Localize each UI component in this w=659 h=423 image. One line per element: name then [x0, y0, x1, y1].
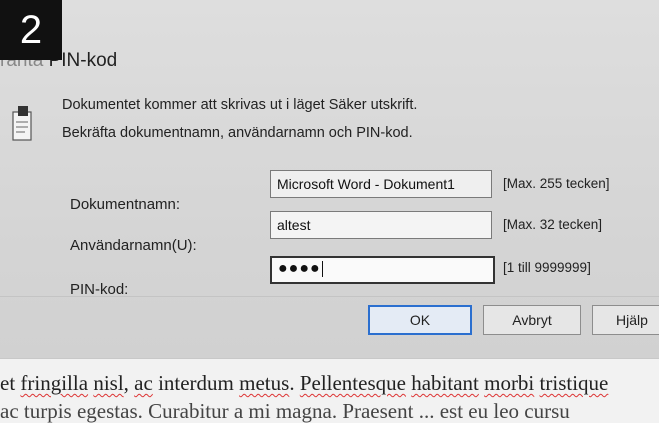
- pin-code-hint: [1 till 9999999]: [503, 260, 591, 275]
- pin-code-dialog: ränta PIN-kod Dokumentet kommer att skri…: [0, 0, 659, 375]
- doc-misspelled-word: tristique: [539, 371, 609, 395]
- doc-text: interdum: [152, 371, 240, 395]
- doc-text: .: [289, 371, 300, 395]
- dialog-message-line1: Dokumentet kommer att skrivas ut i läget…: [62, 97, 418, 113]
- document-name-input[interactable]: [270, 170, 492, 198]
- doc-misspelled-word: fringilla: [20, 371, 89, 395]
- document-text-line1: et fringilla nisl, ac interdum metus. Pe…: [0, 371, 608, 396]
- pin-code-masked-value: ●●●●: [278, 260, 321, 277]
- doc-misspelled-word: ac: [134, 371, 153, 395]
- word-document-background: et fringilla nisl, ac interdum metus. Pe…: [0, 358, 659, 423]
- photo-of-screen: 2 ränta PIN-kod Dokumentet kommer att sk…: [0, 0, 659, 423]
- dialog-message-line2: Bekräfta dokumentnamn, användarnamn och …: [62, 125, 413, 141]
- document-name-hint: [Max. 255 tecken]: [503, 176, 610, 191]
- doc-misspelled-word: morbi: [484, 371, 535, 395]
- printer-document-icon: [10, 104, 36, 144]
- user-name-input[interactable]: [270, 211, 492, 239]
- user-name-label: Användarnamn(U):: [70, 237, 197, 254]
- dialog-titlebar: ränta PIN-kod: [0, 38, 659, 82]
- doc-misspelled-word: habitant: [411, 371, 479, 395]
- user-name-hint: [Max. 32 tecken]: [503, 217, 603, 232]
- button-row-separator: [0, 296, 659, 297]
- doc-text: et: [0, 371, 21, 395]
- text-cursor: [321, 260, 323, 277]
- pin-code-input[interactable]: ●●●●: [270, 256, 495, 284]
- document-text-line2: ac turpis egestas. Curabitur a mi magna.…: [0, 399, 570, 423]
- document-name-label: Dokumentnamn:: [70, 196, 181, 213]
- step-number-badge: 2: [0, 0, 62, 60]
- cancel-button[interactable]: Avbryt: [483, 305, 581, 335]
- doc-misspelled-word: nisl: [93, 371, 124, 395]
- doc-text: ,: [123, 371, 135, 395]
- doc-misspelled-word: metus: [239, 371, 290, 395]
- help-button[interactable]: Hjälp: [592, 305, 659, 335]
- doc-misspelled-word: Pellentesque: [299, 371, 406, 395]
- ok-button[interactable]: OK: [368, 305, 472, 335]
